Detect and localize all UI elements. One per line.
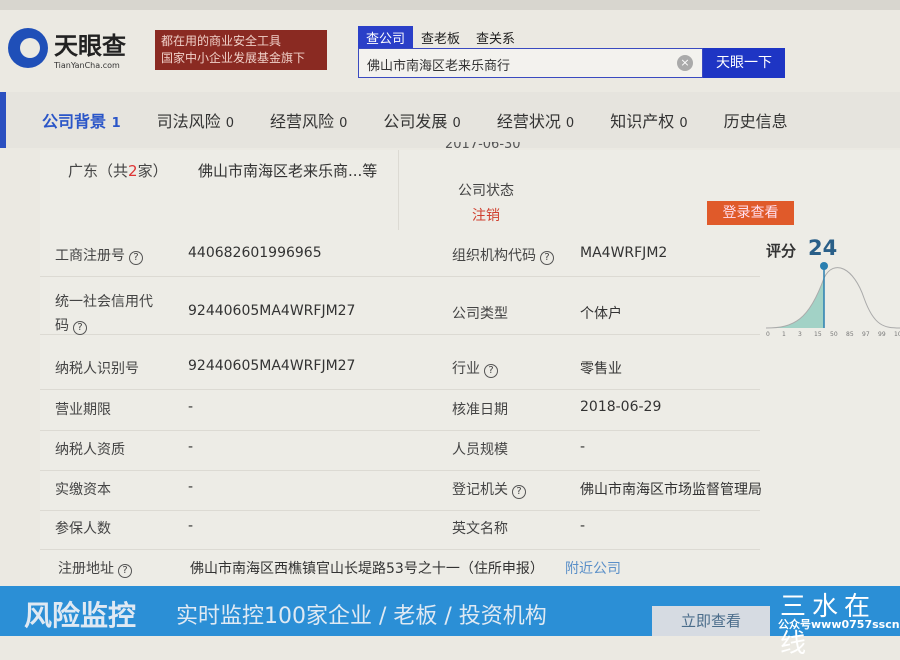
browser-bookmarks-bar bbox=[0, 0, 900, 10]
row-divider bbox=[40, 549, 760, 550]
score-tick-label: 15 bbox=[814, 331, 822, 338]
row-divider bbox=[40, 430, 760, 431]
field-value: - bbox=[580, 518, 586, 534]
field-label: 纳税人资质 bbox=[55, 442, 125, 458]
help-icon[interactable]: ? bbox=[118, 564, 132, 578]
field-label: 公司类型 bbox=[452, 306, 508, 322]
field-value: 92440605MA4WRFJM27 bbox=[188, 303, 356, 319]
nav-tab[interactable]: 公司发展 0 bbox=[383, 108, 460, 132]
nav-tab[interactable]: 经营状况 0 bbox=[497, 108, 574, 132]
date-partial: 2017-06-30 bbox=[445, 142, 521, 152]
logo[interactable]: 天眼查 TianYanCha.com bbox=[8, 26, 126, 70]
field-value: 440682601996965 bbox=[188, 245, 322, 261]
field-value: - bbox=[580, 439, 586, 455]
slogan-line: 都在用的商业安全工具 bbox=[161, 34, 282, 48]
row-divider bbox=[40, 510, 760, 511]
field-value: 92440605MA4WRFJM27 bbox=[188, 358, 356, 374]
field-label: 登记机关? bbox=[452, 479, 526, 499]
field-label: 统一社会信用代码? bbox=[55, 294, 153, 335]
score-tick-label: 0 bbox=[766, 331, 770, 338]
help-icon[interactable]: ? bbox=[129, 251, 143, 265]
address-value: 佛山市南海区西樵镇官山长堤路53号之十一（住所申报） bbox=[190, 561, 544, 577]
risk-monitor-banner: 风险监控 实时监控100家企业 / 老板 / 投资机构 立即查看 三水在线 公众… bbox=[0, 586, 900, 659]
tianyancha-logo-icon bbox=[8, 28, 48, 68]
field-value: - bbox=[188, 518, 194, 534]
related-companies[interactable]: 佛山市南海区老来乐商...等 bbox=[198, 160, 377, 181]
score-curve bbox=[765, 267, 900, 329]
row-divider bbox=[40, 276, 760, 277]
help-icon[interactable]: ? bbox=[73, 321, 87, 335]
login-view-button[interactable]: 登录查看 bbox=[707, 201, 794, 225]
view-now-button[interactable]: 立即查看 bbox=[652, 606, 770, 636]
score-tick-label: 85 bbox=[846, 331, 854, 338]
field-label: 行业? bbox=[452, 358, 498, 378]
field-value: 2018-06-29 bbox=[580, 399, 662, 415]
field-label: 纳税人识别号 bbox=[55, 361, 139, 377]
field-label: 组织机构代码? bbox=[452, 245, 554, 265]
field-value: 零售业 bbox=[580, 361, 622, 377]
row-divider bbox=[40, 470, 760, 471]
nav-tab[interactable]: 公司背景 1 bbox=[42, 108, 121, 132]
address-label: 注册地址? bbox=[58, 558, 132, 578]
help-icon[interactable]: ? bbox=[484, 364, 498, 378]
field-label: 人员规模 bbox=[452, 442, 508, 458]
search-tabs: 查公司 查老板 查关系 bbox=[358, 26, 523, 49]
score-marker-icon bbox=[820, 262, 828, 270]
section-nav: 公司背景 1 司法风险 0 经营风险 0 公司发展 0 经营状况 0 知识产权 0 历史信息 bbox=[0, 92, 900, 148]
score-tick-label: 3 bbox=[798, 331, 802, 338]
logo-name: 天眼查 bbox=[54, 32, 126, 60]
tab-boss[interactable]: 查老板 bbox=[413, 26, 468, 49]
field-value: 个体户 bbox=[580, 306, 622, 322]
score-tick-label: 50 bbox=[830, 331, 838, 338]
field-value: - bbox=[188, 399, 194, 415]
slogan-banner[interactable]: 都在用的商业安全工具 国家中小企业发展基金旗下 bbox=[155, 30, 327, 70]
slogan-line: 国家中小企业发展基金旗下 bbox=[161, 51, 306, 65]
score-tick-label: 100 bbox=[894, 331, 900, 338]
nav-tab[interactable]: 司法风险 0 bbox=[157, 108, 234, 132]
score-tick-label: 97 bbox=[862, 331, 870, 338]
status-label: 公司状态 bbox=[458, 183, 514, 199]
row-divider bbox=[40, 389, 760, 390]
tab-company[interactable]: 查公司 bbox=[358, 26, 414, 49]
score-tick-label: 99 bbox=[878, 331, 886, 338]
field-label: 营业期限 bbox=[55, 402, 111, 418]
score-fill bbox=[766, 278, 824, 328]
tab-relation[interactable]: 查关系 bbox=[468, 26, 523, 49]
field-label: 核准日期 bbox=[452, 402, 508, 418]
search-button[interactable]: 天眼一下 bbox=[703, 48, 785, 78]
clear-icon[interactable]: × bbox=[677, 55, 693, 71]
divider bbox=[398, 150, 399, 230]
help-icon[interactable]: ? bbox=[512, 485, 526, 499]
score-tick-label: 1 bbox=[782, 331, 786, 338]
nearby-companies-link[interactable]: 附近公司 bbox=[565, 558, 621, 578]
nav-tab[interactable]: 知识产权 0 bbox=[610, 108, 687, 132]
field-label: 工商注册号? bbox=[55, 245, 143, 265]
field-label: 实缴资本 bbox=[55, 482, 111, 498]
region-count[interactable]: 广东（共2家） bbox=[68, 160, 168, 181]
field-label: 参保人数 bbox=[55, 521, 111, 537]
banner-title: 风险监控 bbox=[24, 599, 137, 632]
banner-subtitle: 实时监控100家企业 / 老板 / 投资机构 bbox=[176, 604, 547, 629]
watermark-account: 公众号www0757sscn bbox=[778, 618, 900, 631]
search-input[interactable]: 佛山市南海区老来乐商行 bbox=[358, 48, 703, 78]
field-value: MA4WRFJM2 bbox=[580, 245, 668, 261]
field-value: 佛山市南海区市场监督管理局 bbox=[580, 482, 762, 498]
logo-domain: TianYanCha.com bbox=[54, 61, 120, 70]
field-value: - bbox=[188, 479, 194, 495]
status-badge: 注销 bbox=[472, 208, 500, 224]
nav-tab[interactable]: 历史信息 bbox=[724, 108, 788, 132]
score-value: 24 bbox=[808, 236, 838, 260]
field-value: - bbox=[188, 439, 194, 455]
score-distribution-chart: 0 1 3 15 50 85 97 99 100 bbox=[765, 262, 900, 338]
help-icon[interactable]: ? bbox=[540, 251, 554, 265]
nav-tab[interactable]: 经营风险 0 bbox=[270, 108, 347, 132]
field-label: 英文名称 bbox=[452, 521, 508, 537]
